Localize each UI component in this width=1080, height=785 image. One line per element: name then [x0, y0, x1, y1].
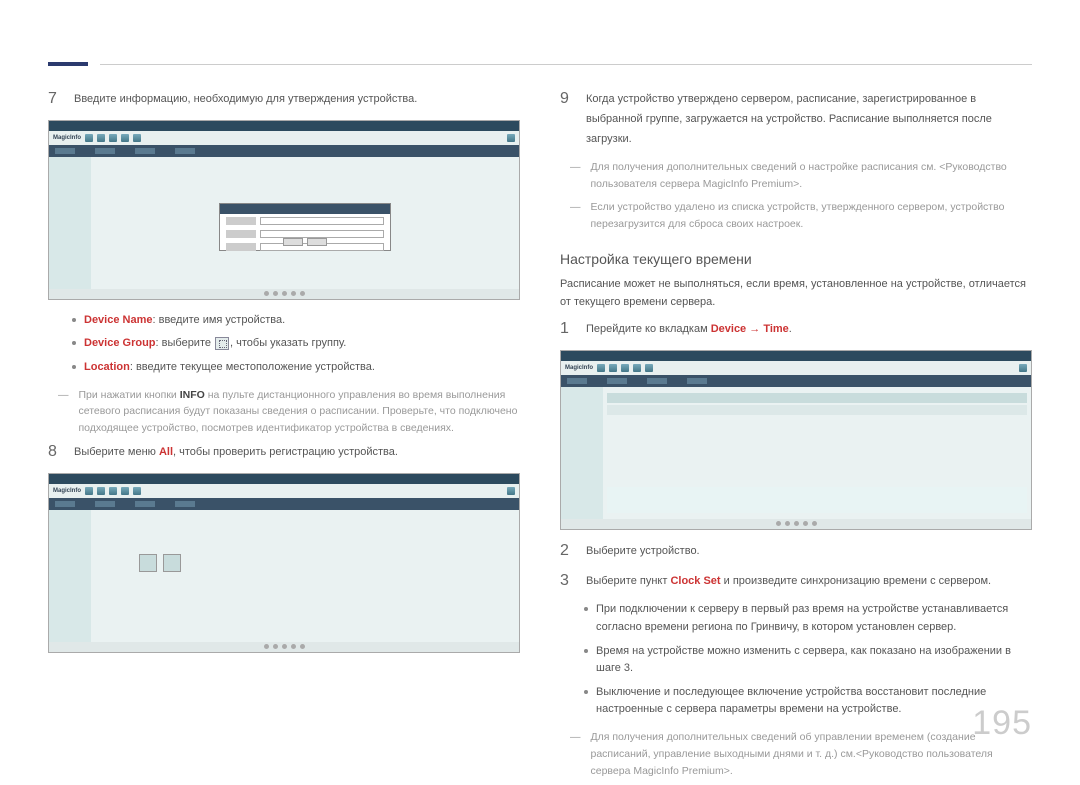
dash-icon: ―: [58, 387, 69, 437]
step-9: 9 Когда устройство утверждено сервером, …: [560, 90, 1032, 149]
text: Время на устройстве можно изменить с сер…: [596, 643, 1032, 678]
step-1: 1 Перейдите ко вкладкам Device → Time.: [560, 320, 1032, 340]
bullet-dot-icon: [584, 607, 588, 611]
dash-icon: ―: [570, 729, 581, 779]
text-pre: : выберите: [156, 337, 215, 349]
page-number: 195: [972, 704, 1032, 743]
screenshot-device-approval-dialog: MagicInfo: [48, 120, 520, 300]
screenshot-all-devices-list: MagicInfo: [48, 473, 520, 653]
section-intro: Расписание может не выполняться, если вр…: [560, 275, 1032, 312]
note-text: Если устройство удалено из списка устрой…: [591, 199, 1033, 233]
sub-bullet: При подключении к серверу в первый раз в…: [584, 601, 1032, 636]
text: : введите имя устройства.: [153, 314, 286, 326]
bullet-device-name: Device Name: введите имя устройства.: [72, 312, 520, 330]
left-column: 7 Введите информацию, необходимую для ут…: [48, 90, 520, 785]
text: При подключении к серверу в первый раз в…: [596, 601, 1032, 636]
arrow: →: [746, 323, 763, 335]
note-text: Для получения дополнительных сведений о …: [591, 159, 1033, 193]
step-text: Когда устройство утверждено сервером, ра…: [586, 90, 1032, 149]
text-post: , чтобы указать группу.: [230, 337, 346, 349]
text-pre: Выберите меню: [74, 446, 159, 458]
step-text: Выберите устройство.: [586, 542, 1032, 562]
text: : введите текущее местоположение устройс…: [130, 361, 375, 373]
header-accent-bar: [48, 62, 88, 66]
step-number: 8: [48, 443, 60, 461]
step-3: 3 Выберите пункт Clock Set и произведите…: [560, 572, 1032, 592]
step-number: 9: [560, 90, 572, 108]
note-schedule-ref: ― Для получения дополнительных сведений …: [570, 159, 1032, 193]
text-red2: Time: [763, 323, 788, 335]
text-post: .: [789, 323, 792, 335]
note-pre: При нажатии кнопки: [79, 389, 180, 401]
text-red: Clock Set: [670, 575, 720, 587]
content-columns: 7 Введите информацию, необходимую для ут…: [48, 90, 1032, 785]
bullet-location: Location: введите текущее местоположение…: [72, 359, 520, 377]
info-note: ― При нажатии кнопки INFO на пульте дист…: [58, 387, 520, 437]
note-time-ref: ― Для получения дополнительных сведений …: [570, 729, 1032, 779]
step-number: 7: [48, 90, 60, 108]
section-title: Настройка текущего времени: [560, 251, 1032, 267]
text: Выключение и последующее включение устро…: [596, 684, 1032, 719]
time-sub-bullets: При подключении к серверу в первый раз в…: [584, 601, 1032, 719]
step-text: Введите информацию, необходимую для утве…: [74, 90, 520, 110]
dash-icon: ―: [570, 159, 581, 193]
text-post: и произведите синхронизацию времени с се…: [721, 575, 992, 587]
field-bullets: Device Name: введите имя устройства. Dev…: [72, 312, 520, 377]
bullet-dot-icon: [584, 649, 588, 653]
bullet-device-group: Device Group: выберите , чтобы указать г…: [72, 335, 520, 353]
step-2: 2 Выберите устройство.: [560, 542, 1032, 562]
bullet-dot-icon: [584, 690, 588, 694]
sub-bullet: Время на устройстве можно изменить с сер…: [584, 643, 1032, 678]
step-number: 1: [560, 320, 572, 338]
text-post: , чтобы проверить регистрацию устройства…: [173, 446, 398, 458]
note-text: Для получения дополнительных сведений об…: [591, 729, 1033, 779]
bullet-dot-icon: [72, 365, 76, 369]
text-pre: Выберите пункт: [586, 575, 670, 587]
label: Device Group: [84, 337, 156, 349]
label: Device Name: [84, 314, 153, 326]
bullet-dot-icon: [72, 341, 76, 345]
step-7: 7 Введите информацию, необходимую для ут…: [48, 90, 520, 110]
label: Location: [84, 361, 130, 373]
step-number: 2: [560, 542, 572, 560]
sub-bullet: Выключение и последующее включение устро…: [584, 684, 1032, 719]
text-pre: Перейдите ко вкладкам: [586, 323, 711, 335]
screenshot-device-time-tab: MagicInfo: [560, 350, 1032, 530]
right-column: 9 Когда устройство утверждено сервером, …: [560, 90, 1032, 785]
group-picker-icon: [215, 337, 229, 350]
step-number: 3: [560, 572, 572, 590]
bullet-dot-icon: [72, 318, 76, 322]
dash-icon: ―: [570, 199, 581, 233]
text-red: Device: [711, 323, 746, 335]
note-bold: INFO: [180, 389, 205, 401]
header-divider: [100, 64, 1032, 65]
note-device-removed: ― Если устройство удалено из списка устр…: [570, 199, 1032, 233]
text-red: All: [159, 446, 173, 458]
step-8: 8 Выберите меню All, чтобы проверить рег…: [48, 443, 520, 463]
